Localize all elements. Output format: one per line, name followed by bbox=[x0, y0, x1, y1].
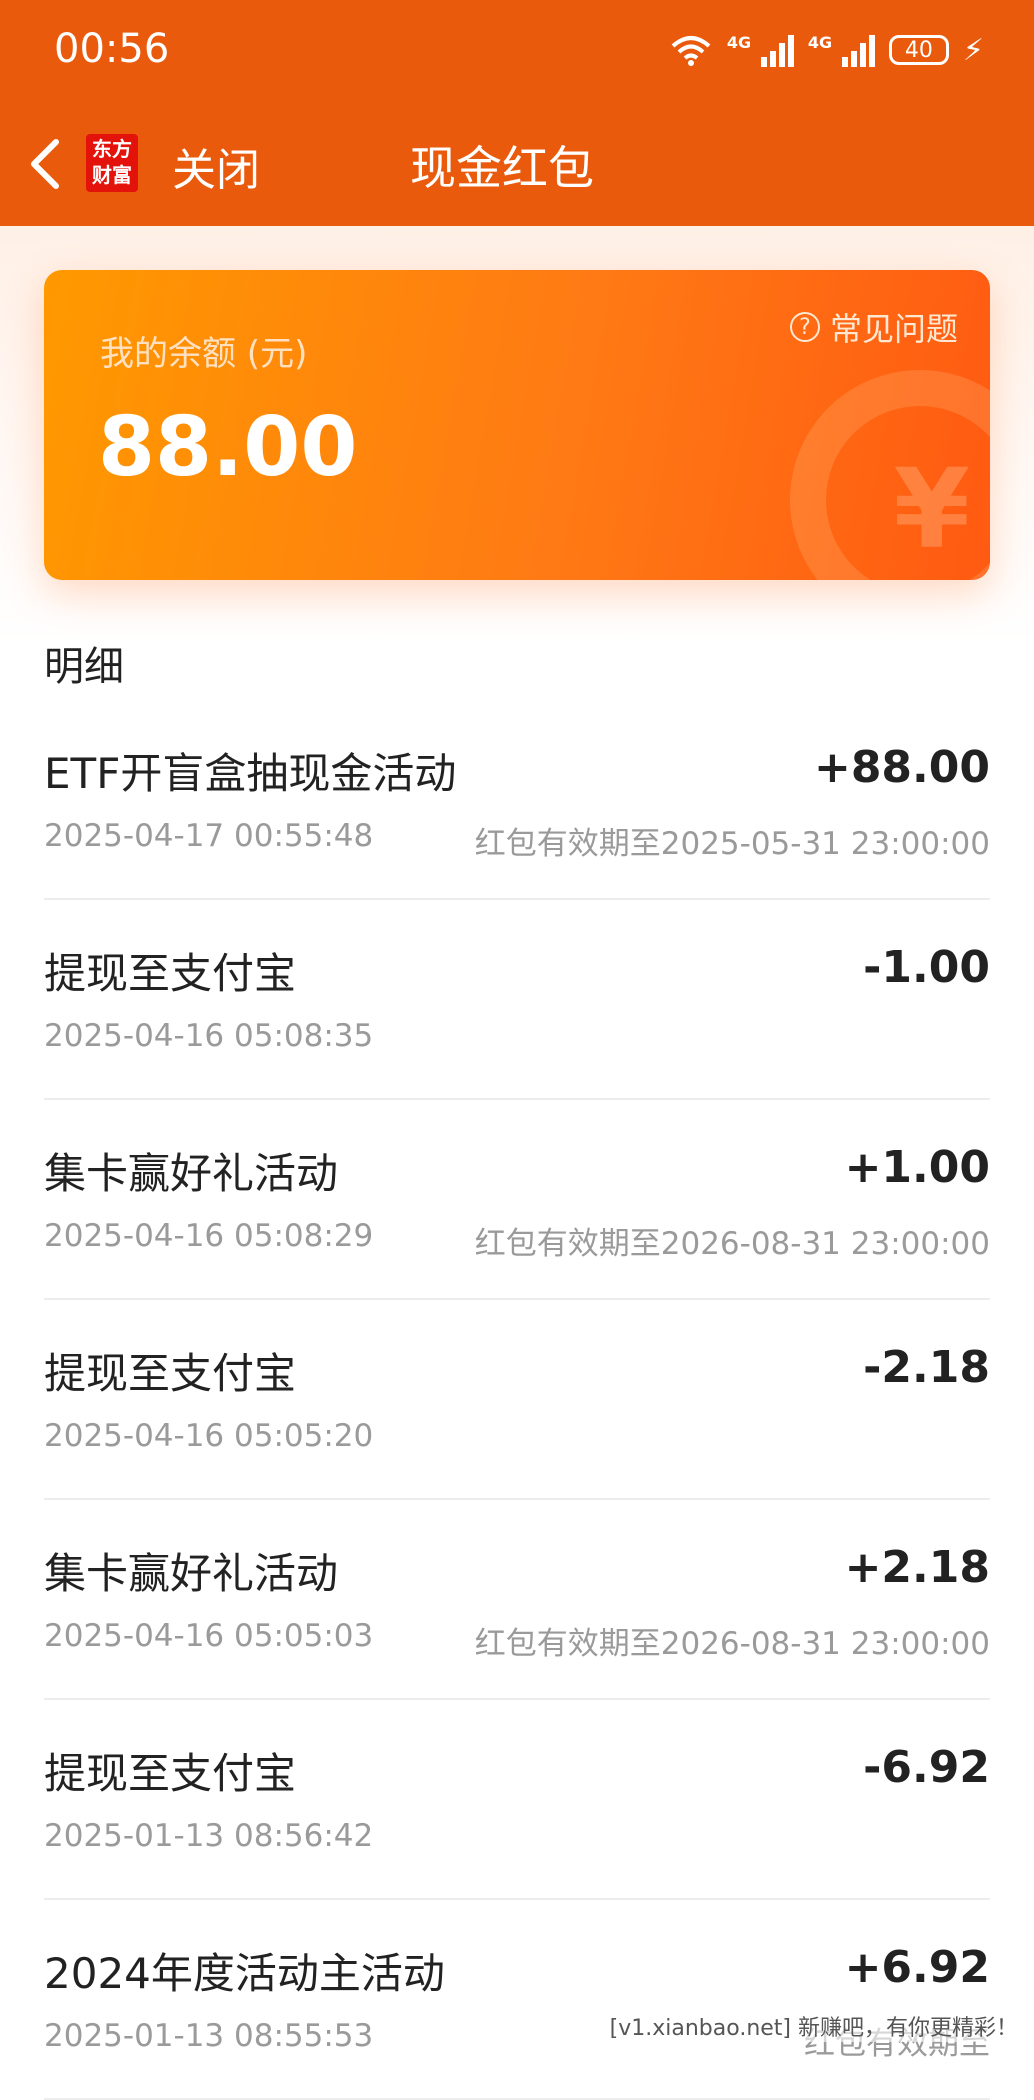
transaction-amount: +1.00 bbox=[844, 1142, 990, 1193]
question-icon: ? bbox=[789, 312, 820, 342]
transaction-row[interactable]: 集卡赢好礼活动 +1.00 2025-04-16 05:08:29 红包有效期至… bbox=[44, 1100, 990, 1300]
transaction-list: ETF开盲盒抽现金活动 +88.00 2025-04-17 00:55:48 红… bbox=[44, 700, 990, 2100]
details-title: 明细 bbox=[44, 644, 124, 690]
transaction-title: 2024年度活动主活动 bbox=[44, 1949, 445, 1998]
charging-bolt-icon: ⚡ bbox=[962, 32, 984, 68]
cell-signal-1-icon: 4G bbox=[727, 33, 794, 67]
transaction-time: 2025-04-16 05:05:03 bbox=[44, 1618, 374, 1654]
status-time: 00:56 bbox=[54, 26, 170, 72]
transaction-time: 2025-04-16 05:08:29 bbox=[44, 1218, 374, 1254]
transaction-amount: -2.18 bbox=[863, 1342, 990, 1393]
transaction-row[interactable]: 提现至支付宝 -1.00 2025-04-16 05:08:35 bbox=[44, 900, 990, 1100]
yen-coin-icon: ¥ bbox=[893, 445, 970, 573]
transaction-title: 集卡赢好礼活动 bbox=[44, 1549, 339, 1598]
balance-label: 我的余额 (元) bbox=[100, 334, 308, 374]
page-title: 现金红包 bbox=[410, 141, 594, 195]
transaction-row[interactable]: 集卡赢好礼活动 +2.18 2025-04-16 05:05:03 红包有效期至… bbox=[44, 1500, 990, 1700]
nav-bar: 东方 财富 关闭 现金红包 bbox=[0, 120, 1034, 210]
transaction-amount: +6.92 bbox=[844, 1942, 990, 1993]
status-bar: 00:56 4G 4G 40 ⚡ bbox=[0, 0, 1034, 100]
balance-value: 88.00 bbox=[98, 400, 358, 495]
wifi-icon bbox=[671, 36, 711, 66]
transaction-amount: -6.92 bbox=[863, 1742, 990, 1793]
transaction-row[interactable]: 2024年度活动主活动 +6.92 2025-01-13 08:55:53 红包… bbox=[44, 1900, 990, 2100]
transaction-title: 提现至支付宝 bbox=[44, 949, 297, 998]
transaction-time: 2025-04-17 00:55:48 bbox=[44, 818, 374, 854]
transaction-time: 2025-01-13 08:56:42 bbox=[44, 1818, 374, 1854]
transaction-time: 2025-04-16 05:05:20 bbox=[44, 1418, 374, 1454]
signal-2-tag: 4G bbox=[807, 33, 833, 52]
watermark-text: [v1.xianbao.net] 新赚吧，有你更精彩！ bbox=[609, 2010, 1018, 2042]
battery-level: 40 bbox=[904, 37, 933, 63]
transaction-amount: -1.00 bbox=[863, 942, 990, 993]
transaction-amount: +88.00 bbox=[813, 742, 990, 793]
cell-signal-2-icon: 4G bbox=[808, 33, 875, 67]
transaction-row[interactable]: ETF开盲盒抽现金活动 +88.00 2025-04-17 00:55:48 红… bbox=[44, 700, 990, 900]
transaction-expiry: 红包有效期至2026-08-31 23:00:00 bbox=[474, 1226, 990, 1262]
transaction-row[interactable]: 提现至支付宝 -2.18 2025-04-16 05:05:20 bbox=[44, 1300, 990, 1500]
transaction-time: 2025-01-13 08:55:53 bbox=[44, 2018, 374, 2054]
transaction-time: 2025-04-16 05:08:35 bbox=[44, 1018, 374, 1054]
transaction-expiry: 红包有效期至2025-05-31 23:00:00 bbox=[474, 826, 990, 862]
transaction-title: ETF开盲盒抽现金活动 bbox=[44, 749, 457, 798]
faq-label: 常见问题 bbox=[829, 310, 958, 348]
top-header: 00:56 4G 4G 40 ⚡ 东方 财富 关闭 现金红包 bbox=[0, 0, 1034, 226]
transaction-title: 提现至支付宝 bbox=[44, 1749, 297, 1798]
transaction-expiry: 红包有效期至2026-08-31 23:00:00 bbox=[474, 1626, 990, 1662]
transaction-row[interactable]: 提现至支付宝 -6.92 2025-01-13 08:56:42 bbox=[44, 1700, 990, 1900]
transaction-title: 提现至支付宝 bbox=[44, 1349, 297, 1398]
battery-icon: 40 bbox=[888, 35, 949, 65]
status-icons: 4G 4G 40 ⚡ bbox=[669, 28, 984, 72]
faq-link[interactable]: ? 常见问题 bbox=[789, 304, 958, 350]
transaction-amount: +2.18 bbox=[844, 1542, 990, 1593]
transaction-title: 集卡赢好礼活动 bbox=[44, 1149, 339, 1198]
balance-card: ¥ 我的余额 (元) 88.00 ? 常见问题 bbox=[44, 270, 990, 580]
signal-1-tag: 4G bbox=[726, 33, 752, 52]
